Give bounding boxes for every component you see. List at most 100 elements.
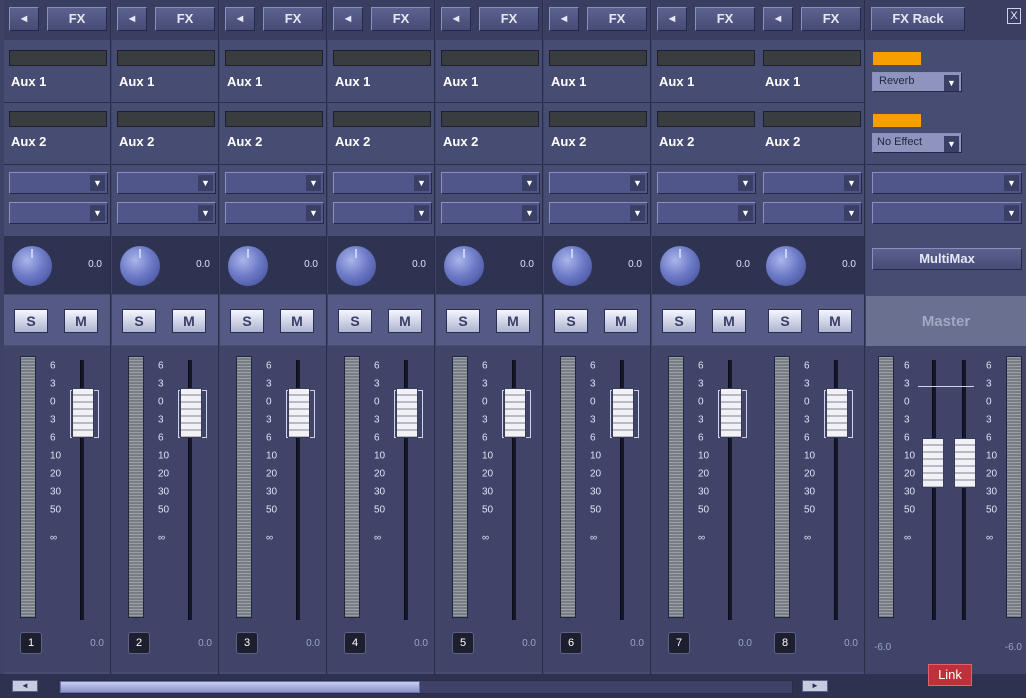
fx-button[interactable]: FX (263, 7, 323, 31)
volume-fader[interactable] (72, 388, 94, 438)
aux1-send-meter[interactable] (441, 50, 539, 66)
pan-knob[interactable] (228, 246, 268, 286)
mute-button[interactable]: M (280, 309, 314, 333)
volume-fader[interactable] (826, 388, 848, 438)
scroll-left-button[interactable]: ◄ (12, 680, 38, 692)
collapse-arrow-button[interactable]: ◄ (225, 7, 255, 31)
fx-button[interactable]: FX (155, 7, 215, 31)
mute-button[interactable]: M (712, 309, 746, 333)
mute-button[interactable]: M (388, 309, 422, 333)
aux2-send-meter[interactable] (657, 111, 755, 127)
pan-knob[interactable] (766, 246, 806, 286)
input-select[interactable]: ▼ (333, 172, 432, 194)
channel-number[interactable]: 1 (20, 632, 42, 654)
collapse-arrow-button[interactable]: ◄ (549, 7, 579, 31)
aux1-send-meter[interactable] (117, 50, 215, 66)
channel-number[interactable]: 4 (344, 632, 366, 654)
multimax-button[interactable]: MultiMax (872, 248, 1022, 270)
pan-knob[interactable] (552, 246, 592, 286)
master-input-select[interactable]: ▼ (872, 172, 1022, 194)
mute-button[interactable]: M (604, 309, 638, 333)
solo-button[interactable]: S (554, 309, 588, 333)
aux1-send-meter[interactable] (657, 50, 755, 66)
mute-button[interactable]: M (818, 309, 852, 333)
pan-knob[interactable] (660, 246, 700, 286)
pan-knob[interactable] (120, 246, 160, 286)
input-select[interactable]: ▼ (657, 172, 756, 194)
pan-knob[interactable] (444, 246, 484, 286)
aux2-send-meter[interactable] (333, 111, 431, 127)
aux2-send-meter[interactable] (117, 111, 215, 127)
mute-button[interactable]: M (172, 309, 206, 333)
channel-number[interactable]: 5 (452, 632, 474, 654)
scroll-thumb[interactable] (60, 681, 420, 693)
volume-fader[interactable] (504, 388, 526, 438)
fx-button[interactable]: FX (587, 7, 647, 31)
fx-button[interactable]: FX (801, 7, 861, 31)
close-icon[interactable]: X (1007, 8, 1021, 24)
volume-fader[interactable] (180, 388, 202, 438)
output-select[interactable]: ▼ (9, 202, 108, 224)
fx-rack-title[interactable]: FX Rack (871, 7, 965, 31)
link-button[interactable]: Link (928, 664, 972, 686)
aux2-send-meter[interactable] (549, 111, 647, 127)
pan-knob[interactable] (336, 246, 376, 286)
channel-number[interactable]: 7 (668, 632, 690, 654)
channel-number[interactable]: 6 (560, 632, 582, 654)
aux1-send-meter[interactable] (225, 50, 323, 66)
collapse-arrow-button[interactable]: ◄ (657, 7, 687, 31)
solo-button[interactable]: S (14, 309, 48, 333)
fx-slot1-select[interactable]: Reverb ▼ (872, 72, 962, 92)
master-output-select[interactable]: ▼ (872, 202, 1022, 224)
mute-button[interactable]: M (496, 309, 530, 333)
collapse-arrow-button[interactable]: ◄ (763, 7, 793, 31)
scroll-right-button[interactable]: ► (802, 680, 828, 692)
input-select[interactable]: ▼ (225, 172, 324, 194)
aux1-send-meter[interactable] (333, 50, 431, 66)
collapse-arrow-button[interactable]: ◄ (117, 7, 147, 31)
solo-button[interactable]: S (768, 309, 802, 333)
output-select[interactable]: ▼ (117, 202, 216, 224)
volume-fader[interactable] (396, 388, 418, 438)
solo-button[interactable]: S (230, 309, 264, 333)
aux2-send-meter[interactable] (763, 111, 861, 127)
fx-button[interactable]: FX (47, 7, 107, 31)
output-select[interactable]: ▼ (763, 202, 862, 224)
output-select[interactable]: ▼ (333, 202, 432, 224)
aux1-send-meter[interactable] (9, 50, 107, 66)
output-select[interactable]: ▼ (225, 202, 324, 224)
master-fader-right[interactable] (954, 438, 976, 488)
volume-fader[interactable] (612, 388, 634, 438)
input-select[interactable]: ▼ (441, 172, 540, 194)
channel-number[interactable]: 2 (128, 632, 150, 654)
collapse-arrow-button[interactable]: ◄ (333, 7, 363, 31)
solo-button[interactable]: S (446, 309, 480, 333)
master-fader-left[interactable] (922, 438, 944, 488)
aux2-send-meter[interactable] (441, 111, 539, 127)
input-select[interactable]: ▼ (763, 172, 862, 194)
fx-slot2-select[interactable]: No Effect ▼ (872, 133, 962, 153)
solo-button[interactable]: S (338, 309, 372, 333)
fx-button[interactable]: FX (371, 7, 431, 31)
pan-knob[interactable] (12, 246, 52, 286)
aux2-send-meter[interactable] (225, 111, 323, 127)
input-select[interactable]: ▼ (9, 172, 108, 194)
output-select[interactable]: ▼ (441, 202, 540, 224)
horizontal-scrollbar[interactable]: ◄ ► (0, 674, 1026, 698)
aux2-send-meter[interactable] (9, 111, 107, 127)
output-select[interactable]: ▼ (549, 202, 648, 224)
volume-fader[interactable] (288, 388, 310, 438)
collapse-arrow-button[interactable]: ◄ (441, 7, 471, 31)
input-select[interactable]: ▼ (117, 172, 216, 194)
output-select[interactable]: ▼ (657, 202, 756, 224)
mute-button[interactable]: M (64, 309, 98, 333)
collapse-arrow-button[interactable]: ◄ (9, 7, 39, 31)
solo-button[interactable]: S (662, 309, 696, 333)
input-select[interactable]: ▼ (549, 172, 648, 194)
aux1-send-meter[interactable] (763, 50, 861, 66)
fx-button[interactable]: FX (479, 7, 539, 31)
channel-number[interactable]: 3 (236, 632, 258, 654)
volume-fader[interactable] (720, 388, 742, 438)
fx-button[interactable]: FX (695, 7, 755, 31)
solo-button[interactable]: S (122, 309, 156, 333)
